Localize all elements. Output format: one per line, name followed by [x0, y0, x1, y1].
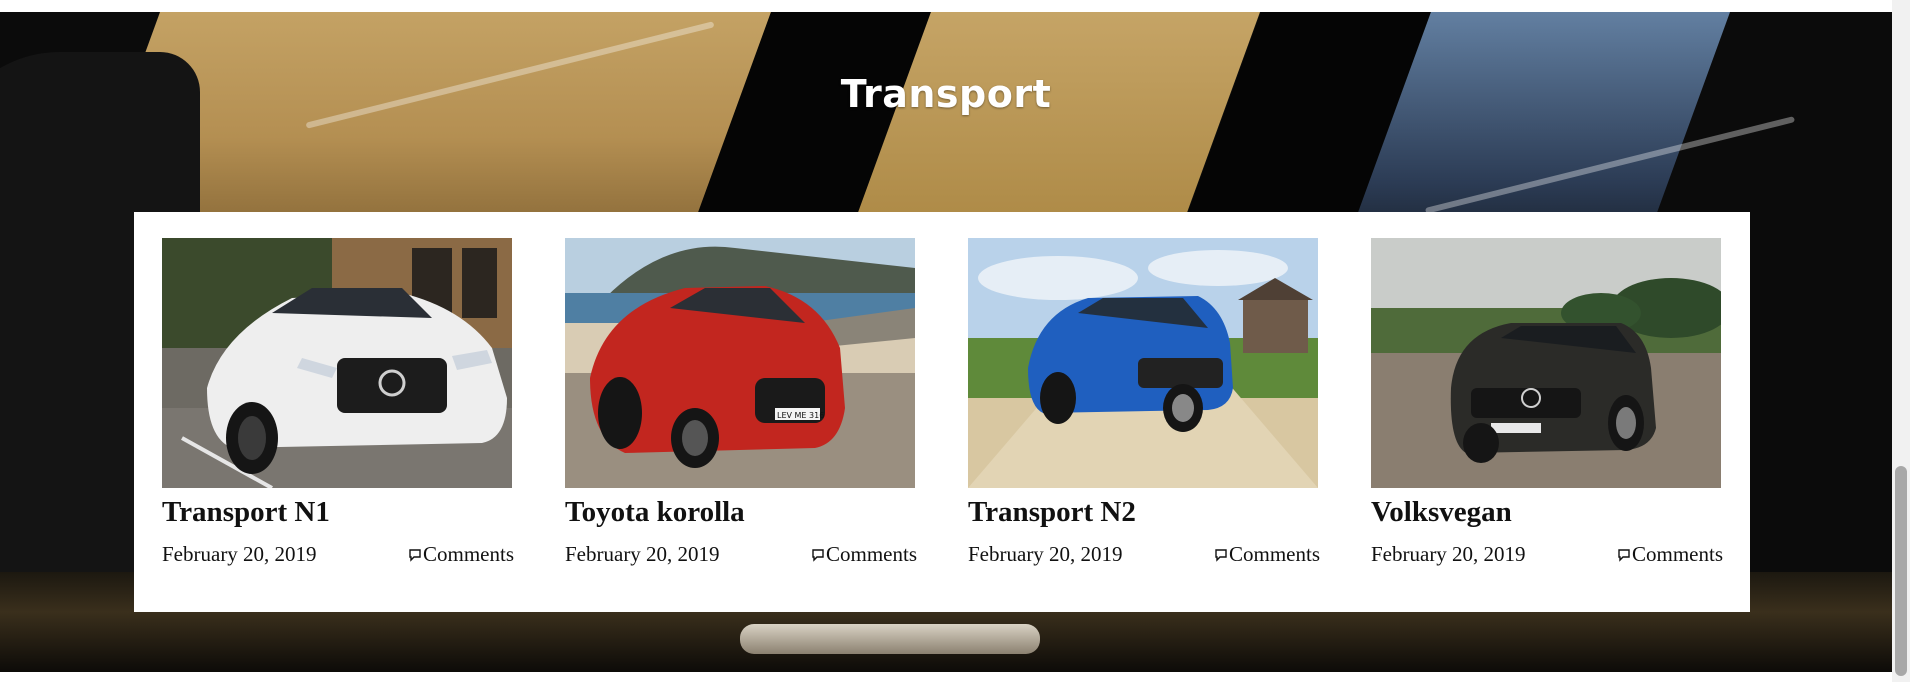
- page-scrollbar[interactable]: [1892, 0, 1910, 682]
- comments-label: Comments: [825, 542, 917, 566]
- post-date: February 20, 2019: [565, 542, 720, 566]
- comments-label: Comments: [1228, 542, 1320, 566]
- comment-bubble-icon: [408, 548, 422, 562]
- post-meta: February 20, 2019 Comments: [1371, 542, 1723, 567]
- svg-text:LEV ME 316: LEV ME 316: [777, 411, 824, 420]
- post-meta: February 20, 2019 Comments: [565, 542, 917, 567]
- post-card: Transport N2 February 20, 2019 Comments: [968, 238, 1320, 567]
- post-thumbnail[interactable]: [1371, 238, 1721, 488]
- comment-bubble-icon: [1617, 548, 1631, 562]
- post-title[interactable]: Toyota korolla: [565, 494, 915, 530]
- red-hatchback-image: LEV ME 316: [565, 238, 915, 488]
- hero-door-handle: [740, 624, 1040, 654]
- comment-bubble-icon: [1214, 548, 1228, 562]
- blue-suv-image: [968, 238, 1318, 488]
- posts-panel: Transport N1 February 20, 2019 Comments: [134, 212, 1750, 612]
- post-meta: February 20, 2019 Comments: [162, 542, 514, 567]
- posts-grid: Transport N1 February 20, 2019 Comments: [162, 238, 1723, 567]
- post-card: Volksvegan February 20, 2019 Comments: [1371, 238, 1723, 567]
- comments-link[interactable]: Comments: [1617, 542, 1723, 567]
- post-date: February 20, 2019: [968, 542, 1123, 566]
- comments-label: Comments: [422, 542, 514, 566]
- post-date: February 20, 2019: [1371, 542, 1526, 566]
- post-date: February 20, 2019: [162, 542, 317, 566]
- scrollbar-thumb[interactable]: [1895, 466, 1907, 676]
- post-thumbnail[interactable]: LEV ME 316: [565, 238, 915, 488]
- comments-label: Comments: [1631, 542, 1723, 566]
- post-thumbnail[interactable]: [968, 238, 1318, 488]
- comments-link[interactable]: Comments: [811, 542, 917, 567]
- comments-link[interactable]: Comments: [1214, 542, 1320, 567]
- dark-suv-image: [1371, 238, 1721, 488]
- post-title[interactable]: Volksvegan: [1371, 494, 1721, 530]
- post-card: Transport N1 February 20, 2019 Comments: [162, 238, 514, 567]
- comment-bubble-icon: [811, 548, 825, 562]
- post-title[interactable]: Transport N2: [968, 494, 1318, 530]
- post-meta: February 20, 2019 Comments: [968, 542, 1320, 567]
- white-sports-sedan-image: [162, 238, 512, 488]
- post-thumbnail[interactable]: [162, 238, 512, 488]
- comments-link[interactable]: Comments: [408, 542, 514, 567]
- post-card: LEV ME 316 Toyota korolla February 20, 2…: [565, 238, 917, 567]
- post-title[interactable]: Transport N1: [162, 494, 512, 530]
- section-title: Transport: [840, 72, 1052, 116]
